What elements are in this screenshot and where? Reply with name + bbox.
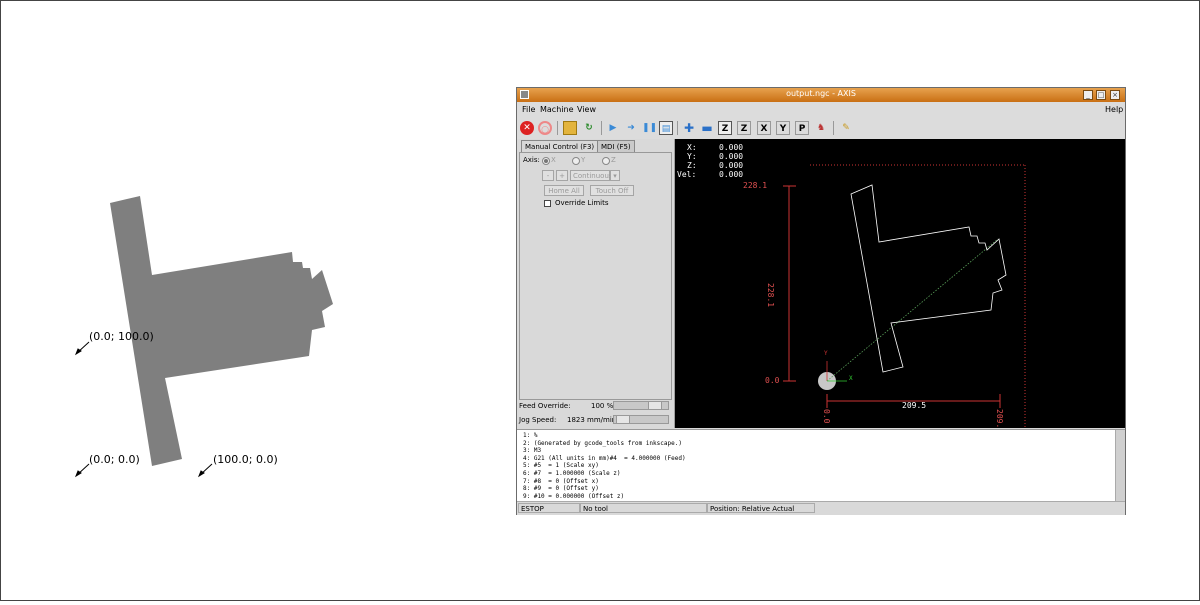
window-title: output.ngc - AXIS xyxy=(786,89,856,98)
status-estop: ESTOP xyxy=(518,503,580,513)
reload-icon[interactable]: ↻ xyxy=(582,121,596,135)
toolbar: ✕ ○ ↻ ▶ ➜ ❚❚ ▤ ✚ ▬ Z Z X Y P ♞ ✎ xyxy=(517,117,1125,140)
shape-illustration xyxy=(74,196,333,478)
zoom-in-icon[interactable]: ✚ xyxy=(682,121,696,135)
pause-icon[interactable]: ❚❚ xyxy=(642,121,657,135)
minimize-button[interactable]: _ xyxy=(1083,90,1093,100)
axis-z-radio[interactable] xyxy=(602,157,610,165)
axis-y-label: Y xyxy=(581,156,586,164)
axis-x-label: X xyxy=(551,156,556,164)
view-y-icon[interactable]: Y xyxy=(776,121,790,135)
estop-icon[interactable]: ✕ xyxy=(520,121,534,135)
toolbar-separator xyxy=(557,121,558,135)
dim-x-span-label: 209.5 xyxy=(902,401,927,410)
power-icon[interactable]: ○ xyxy=(538,121,552,135)
jog-speed-value: 1823 mm/min xyxy=(567,416,617,424)
dim-y-max-label: 228.1 xyxy=(743,181,768,190)
override-limits-checkbox[interactable] xyxy=(544,200,551,207)
view-x-icon[interactable]: X xyxy=(757,121,771,135)
toolpath-outline xyxy=(850,184,1007,373)
menu-machine[interactable]: Machine xyxy=(540,105,574,114)
gcode-line: 8: #9 = 0 (Offset y) xyxy=(523,485,599,493)
axis-label: Axis: xyxy=(523,156,540,164)
view-z-icon[interactable]: Z xyxy=(718,121,732,135)
override-limits-label: Override Limits xyxy=(555,199,609,207)
block-delete-icon[interactable]: ▤ xyxy=(659,121,673,135)
dim-y-min-label: 0.0 xyxy=(765,376,780,385)
toolbar-separator xyxy=(833,121,834,135)
feed-override-value: 100 % xyxy=(591,402,614,410)
gcode-line: 4: G21 (All units in mm)#4 = 4.000000 (F… xyxy=(523,454,686,462)
dim-x-max-label: 209.5 xyxy=(995,409,1004,428)
feed-override-slider[interactable] xyxy=(613,401,669,410)
gcode-line: 1: % xyxy=(523,432,538,439)
gcode-line: 2: (Generated by gcode_tools from inksca… xyxy=(523,439,682,447)
coord-label-0-100: (0.0; 100.0) xyxy=(89,330,154,343)
gcode-listing[interactable]: 1: % 2: (Generated by gcode_tools from i… xyxy=(517,429,1125,502)
manual-tab-body: Axis: X Y Z - + Continuous ▾ Home All To… xyxy=(519,152,672,400)
toolbar-separator xyxy=(601,121,602,135)
axis-y-radio[interactable] xyxy=(572,157,580,165)
jog-minus-button[interactable]: - xyxy=(542,170,554,181)
menu-view[interactable]: View xyxy=(577,105,596,114)
view-z2-icon[interactable]: Z xyxy=(737,121,751,135)
menu-help[interactable]: Help xyxy=(1105,105,1123,114)
gcode-line: 3: M3 xyxy=(523,447,542,455)
gcode-line: 7: #8 = 0 (Offset x) xyxy=(523,477,599,485)
gcode-line: 9: #10 = 0.000000 (Offset z) xyxy=(523,492,625,500)
feed-override-thumb[interactable] xyxy=(648,402,662,409)
view-p-icon[interactable]: P xyxy=(795,121,809,135)
clear-plot-icon[interactable]: ✎ xyxy=(839,121,853,135)
jog-mode-select[interactable]: Continuous xyxy=(570,170,613,181)
menu-bar: File Machine View Help xyxy=(517,102,1125,117)
jog-speed-slider[interactable] xyxy=(613,415,669,424)
feed-override-label: Feed Override: xyxy=(519,402,571,410)
open-icon[interactable] xyxy=(563,121,577,135)
jog-plus-button[interactable]: + xyxy=(556,170,568,181)
title-bar[interactable]: output.ngc - AXIS _ □ × xyxy=(517,88,1125,102)
toolbar-separator xyxy=(677,121,678,135)
control-panel: Manual Control (F3) MDI (F5) Axis: X Y Z… xyxy=(517,139,675,428)
toolpath-preview[interactable]: X: 0.000 Y: 0.000 Z: 0.000 Vel: 0.000 22… xyxy=(675,139,1125,428)
left-figure: (0.0; 100.0) (0.0; 0.0) (100.0; 0.0) xyxy=(0,0,480,601)
dim-x-min-label: 0.0 xyxy=(822,409,831,424)
run-icon[interactable]: ▶ xyxy=(606,121,620,135)
zoom-out-icon[interactable]: ▬ xyxy=(700,121,714,135)
home-all-button[interactable]: Home All xyxy=(544,185,584,196)
axis-x-radio[interactable] xyxy=(542,157,550,165)
gcode-line: 6: #7 = 1.000000 (Scale z) xyxy=(523,470,621,477)
chevron-down-icon[interactable]: ▾ xyxy=(610,170,620,181)
menu-file[interactable]: File xyxy=(522,105,535,114)
origin-x-label: X xyxy=(849,375,853,382)
close-button[interactable]: × xyxy=(1110,90,1120,100)
touch-off-button[interactable]: Touch Off xyxy=(590,185,634,196)
gcode-line: 5: #5 = 1 (Scale xy) xyxy=(523,462,599,470)
origin-y-label: Y xyxy=(824,350,828,357)
status-bar: ESTOP No tool Position: Relative Actual xyxy=(517,501,1125,515)
status-position: Position: Relative Actual xyxy=(707,503,815,513)
step-icon[interactable]: ➜ xyxy=(624,121,638,135)
gcode-scrollbar[interactable] xyxy=(1115,430,1125,502)
axis-z-label: Z xyxy=(611,156,616,164)
dim-y-span-label: 228.1 xyxy=(766,283,775,308)
maximize-button[interactable]: □ xyxy=(1096,90,1106,100)
jog-speed-label: Jog Speed: xyxy=(519,416,557,424)
rapid-move-line xyxy=(826,238,999,382)
status-tool: No tool xyxy=(580,503,707,513)
jog-speed-thumb[interactable] xyxy=(616,416,630,423)
coord-label-100-0: (100.0; 0.0) xyxy=(213,453,278,466)
coord-label-0-0: (0.0; 0.0) xyxy=(89,453,140,466)
rotate-icon[interactable]: ♞ xyxy=(814,121,828,135)
axis-window: output.ngc - AXIS _ □ × File Machine Vie… xyxy=(516,87,1126,515)
